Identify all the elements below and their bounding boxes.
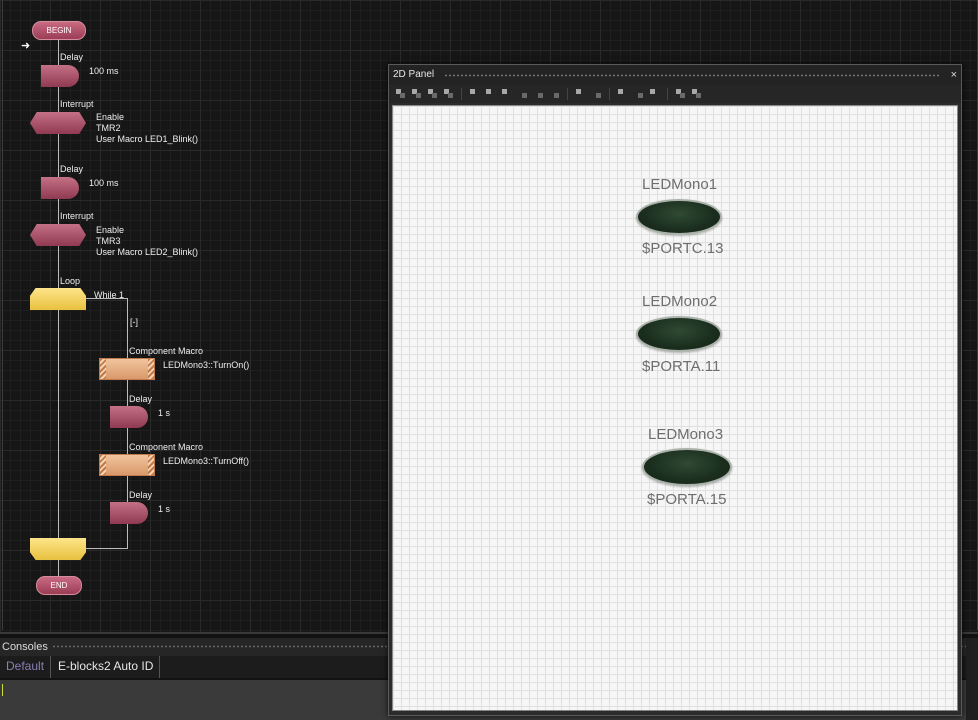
- loop-start-block[interactable]: [30, 288, 86, 310]
- resize-icon[interactable]: [675, 88, 686, 99]
- delay-title: Delay: [60, 164, 84, 174]
- close-icon[interactable]: ×: [951, 65, 957, 85]
- loop-collapse-toggle[interactable]: [-]: [130, 317, 138, 328]
- loop-condition: While 1: [94, 290, 125, 300]
- align-icon[interactable]: [427, 88, 438, 99]
- toolbar-separator: [567, 88, 568, 100]
- tab-eblocks2-auto-id[interactable]: E-blocks2 Auto ID: [52, 656, 161, 678]
- component-macro-block[interactable]: [99, 454, 155, 476]
- toolbar-separator: [461, 88, 462, 100]
- console-scrollbar[interactable]: [966, 638, 978, 720]
- panel-grip: [444, 74, 941, 77]
- toolbar-separator: [667, 88, 668, 100]
- led-name-label: LEDMono3: [648, 426, 724, 443]
- loop-wire-bottom: [86, 548, 128, 549]
- interrupt-title: Interrupt: [60, 211, 94, 221]
- delay-value: 1 s: [158, 408, 171, 418]
- led-port-label: $PORTA.15: [647, 491, 727, 508]
- align-center-icon[interactable]: [485, 88, 496, 99]
- console-cursor: [2, 684, 3, 696]
- toolbar-separator: [609, 88, 610, 100]
- delay-title: Delay: [129, 394, 153, 404]
- delay-title: Delay: [60, 52, 84, 62]
- delay-value: 100 ms: [89, 66, 119, 76]
- panel-2d-title: 2D Panel: [393, 69, 435, 80]
- distribute-icon[interactable]: [591, 88, 602, 99]
- interrupt-icon-block[interactable]: [30, 224, 86, 246]
- delay-value: 1 s: [158, 504, 171, 514]
- led-mono-2[interactable]: [636, 316, 722, 352]
- panel-2d-window: 2D Panel × LEDMono1 $PORTC.13 LEDMono2 $…: [388, 64, 962, 716]
- space-icon[interactable]: [633, 88, 644, 99]
- align-bottom-icon[interactable]: [549, 88, 560, 99]
- delay-icon-block[interactable]: [110, 502, 148, 524]
- component-macro-call: LEDMono3::TurnOff(): [163, 456, 250, 466]
- interrupt-line: TMR2: [96, 123, 121, 133]
- align-middle-icon[interactable]: [533, 88, 544, 99]
- delay-icon-block[interactable]: [110, 406, 148, 428]
- panel-2d-titlebar[interactable]: 2D Panel ×: [389, 65, 961, 85]
- delay-icon-block[interactable]: [41, 65, 79, 87]
- interrupt-line: User Macro LED2_Blink(): [96, 247, 199, 257]
- interrupt-icon-block[interactable]: [30, 112, 86, 134]
- interrupt-line: Enable: [96, 225, 125, 235]
- align-icon[interactable]: [411, 88, 422, 99]
- end-terminal[interactable]: END: [36, 576, 82, 595]
- interrupt-line: User Macro LED1_Blink(): [96, 134, 199, 144]
- delay-title: Delay: [129, 490, 153, 500]
- align-icon[interactable]: [395, 88, 406, 99]
- align-top-icon[interactable]: [517, 88, 528, 99]
- delay-icon-block[interactable]: [41, 177, 79, 199]
- distribute-icon[interactable]: [575, 88, 586, 99]
- tab-default[interactable]: Default: [0, 656, 52, 678]
- led-port-label: $PORTC.13: [642, 240, 724, 257]
- start-arrow-icon: ➜: [21, 40, 31, 52]
- consoles-title: Consoles: [2, 641, 48, 653]
- component-macro-title: Component Macro: [129, 346, 204, 356]
- led-mono-3[interactable]: [642, 448, 732, 486]
- component-macro-title: Component Macro: [129, 442, 204, 452]
- align-left-icon[interactable]: [469, 88, 480, 99]
- component-macro-block[interactable]: [99, 358, 155, 380]
- space-icon[interactable]: [617, 88, 628, 99]
- begin-terminal[interactable]: BEGIN: [32, 21, 86, 40]
- interrupt-line: TMR3: [96, 236, 121, 246]
- align-right-icon[interactable]: [501, 88, 512, 99]
- component-macro-call: LEDMono3::TurnOn(): [163, 360, 250, 370]
- led-name-label: LEDMono2: [642, 293, 718, 310]
- led-port-label: $PORTA.11: [642, 358, 721, 375]
- led-name-label: LEDMono1: [642, 176, 718, 193]
- led-mono-1[interactable]: [636, 199, 722, 235]
- space-icon[interactable]: [649, 88, 660, 99]
- align-icon[interactable]: [443, 88, 454, 99]
- resize-icon[interactable]: [691, 88, 702, 99]
- panel-2d-toolbar: [389, 85, 961, 103]
- interrupt-title: Interrupt: [60, 99, 94, 109]
- panel-2d-canvas[interactable]: LEDMono1 $PORTC.13 LEDMono2 $PORTA.11 LE…: [392, 105, 958, 711]
- interrupt-line: Enable: [96, 112, 125, 122]
- loop-title: Loop: [60, 276, 81, 286]
- delay-value: 100 ms: [89, 178, 119, 188]
- loop-end-block[interactable]: [30, 538, 86, 560]
